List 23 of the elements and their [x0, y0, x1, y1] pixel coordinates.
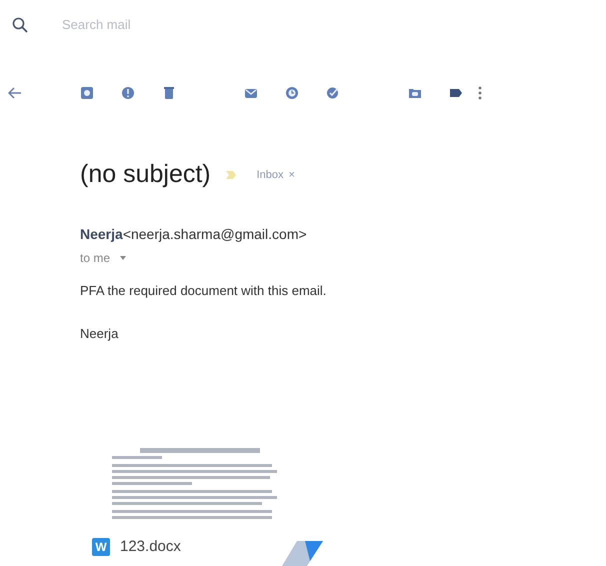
clock-icon[interactable]: [285, 86, 299, 100]
sender-email: <neerja.sharma@gmail.com>: [122, 226, 307, 242]
sender-name: Neerja: [80, 226, 123, 242]
report-icon[interactable]: [121, 86, 135, 100]
important-marker-icon[interactable]: [224, 170, 237, 180]
inbox-label[interactable]: Inbox ×: [250, 166, 301, 183]
attachment-filename[interactable]: 123.docx: [120, 536, 181, 558]
body-text: PFA the required document with this email.: [80, 282, 328, 300]
search-field[interactable]: Search mail: [62, 15, 362, 35]
remove-label-button[interactable]: ×: [288, 166, 295, 183]
word-file-icon: W: [92, 538, 110, 556]
task-icon[interactable]: [326, 86, 340, 100]
more-icon[interactable]: [478, 86, 482, 100]
email-subject: (no subject): [80, 159, 211, 190]
trash-icon[interactable]: [162, 86, 176, 100]
back-arrow-icon[interactable]: [8, 87, 22, 99]
caret-icon[interactable]: [120, 256, 126, 260]
folder-icon[interactable]: [408, 86, 422, 100]
label-icon[interactable]: [449, 86, 463, 100]
mail-icon[interactable]: [244, 86, 258, 100]
recipient-text: to me: [80, 250, 110, 266]
body-text: Neerja: [80, 325, 120, 343]
search-icon[interactable]: [12, 17, 28, 33]
